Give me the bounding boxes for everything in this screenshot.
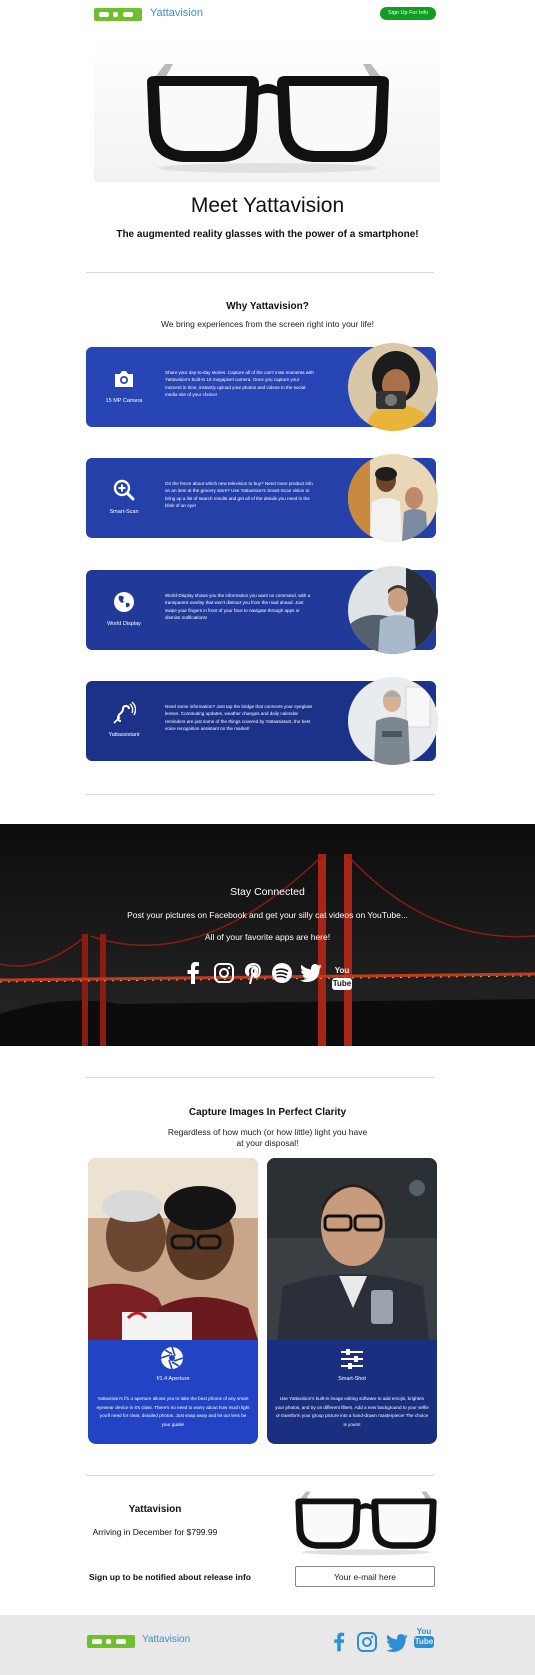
feature-text: On the fence about which new television … [165, 481, 313, 508]
feature-card-smart-scan: Smart-Scan On the fence about which new … [86, 454, 438, 542]
why-title: Why Yattavision? [226, 301, 309, 312]
photographer-photo [348, 343, 438, 431]
youtube-icon[interactable]: You Tube [414, 1627, 434, 1648]
capture-card-title: f/1.4 Aperture [156, 1376, 190, 1382]
capture-subtitle-1: Regardless of how much (or how little) l… [167, 1127, 368, 1137]
capture-card-text: Use Yattavision's built-in image editing… [275, 1396, 429, 1427]
connected-line-1: Post your pictures on Facebook and get y… [127, 910, 408, 920]
feature-label: World Display [107, 621, 141, 627]
facebook-icon[interactable] [333, 1632, 345, 1652]
twitter-icon[interactable] [300, 964, 322, 982]
logo-mark [113, 12, 118, 17]
presenter-photo [348, 677, 438, 765]
pinterest-icon[interactable] [244, 962, 262, 984]
logo-mark [116, 1639, 126, 1644]
feature-text: Share your day-to-day stories. Capture a… [165, 370, 314, 397]
hearing-icon [113, 701, 136, 724]
release-price: Arriving in December for $799.99 [92, 1527, 218, 1537]
driver-photo [348, 566, 438, 654]
logo-mark [123, 12, 133, 17]
twitter-icon[interactable] [386, 1634, 408, 1652]
release-signup-text: Sign up to be notified about release inf… [89, 1572, 251, 1582]
brand-name[interactable]: Yattavision [150, 7, 203, 19]
release-glasses-image [295, 1491, 437, 1556]
logo-mark [99, 12, 109, 17]
feature-text: World-Display shows you the information … [165, 593, 311, 620]
why-subtitle: We bring experiences from the screen rig… [161, 319, 374, 329]
logo-mark [92, 1639, 102, 1644]
aperture-icon [160, 1346, 184, 1370]
magnifier-plus-icon [113, 479, 135, 501]
social-icons: You Tube [184, 960, 354, 990]
page-title: Meet Yattavision [190, 194, 345, 217]
youtube-you-text: You [416, 1627, 432, 1636]
sliders-icon [341, 1349, 363, 1369]
release-title: Yattavision [128, 1504, 182, 1515]
capture-title: Capture Images In Perfect Clarity [188, 1107, 347, 1118]
connected-title: Stay Connected [230, 886, 305, 898]
capture-card-title: Smart-Shot [338, 1376, 366, 1382]
feature-label: Smart-Scan [109, 509, 139, 515]
youtube-tube-text: Tube [414, 1636, 434, 1648]
logo-mark [106, 1639, 111, 1644]
divider [86, 1475, 434, 1476]
youtube-tube-text: Tube [332, 978, 352, 990]
feature-card-world-display: World Display World-Display shows you th… [86, 566, 438, 654]
feature-label: Yattassistant [108, 732, 140, 738]
connected-line-2: All of your favorite apps are here! [204, 932, 331, 942]
youtube-icon[interactable]: You Tube [332, 960, 352, 990]
facebook-icon[interactable] [186, 962, 200, 984]
capture-card-aperture: f/1.4 Aperture Yattavision's f/1.4 apert… [88, 1158, 258, 1444]
shoppers-photo [348, 454, 438, 542]
feature-card-yattassistant: Yattassistant Need some information? Jus… [86, 677, 438, 765]
feature-text: Need some information? Just tap the brid… [165, 704, 313, 731]
email-field[interactable] [295, 1566, 435, 1587]
hero-subtitle: The augmented reality glasses with the p… [116, 229, 419, 240]
sign-up-button[interactable]: Sign Up For Info [380, 7, 436, 20]
capture-card-smart-shot: Smart-Shot Use Yattavision's built-in im… [267, 1158, 437, 1444]
divider [86, 794, 434, 795]
footer: Yattavision You Tube [0, 1615, 535, 1675]
businessman-photo [267, 1158, 437, 1340]
globe-icon [114, 592, 134, 612]
feature-label: 15 MP Camera [105, 398, 143, 404]
youtube-you-text: You [334, 966, 350, 975]
logo[interactable] [94, 8, 142, 21]
spotify-icon[interactable] [272, 963, 292, 983]
glasses-image [147, 64, 389, 173]
feature-card-camera: 15 MP Camera Share your day-to-day stori… [86, 343, 438, 431]
footer-logo[interactable] [87, 1635, 135, 1648]
instagram-icon[interactable] [357, 1632, 377, 1652]
camera-icon [115, 371, 133, 387]
capture-card-text: Yattavision's f/1.4 aperture allows you … [96, 1396, 250, 1427]
divider [86, 272, 434, 273]
capture-subtitle-2: at your disposal! [236, 1138, 299, 1148]
footer-brand[interactable]: Yattavision [142, 1634, 190, 1645]
instagram-icon[interactable] [214, 963, 234, 983]
father-son-photo [88, 1158, 258, 1340]
divider [86, 1077, 434, 1078]
